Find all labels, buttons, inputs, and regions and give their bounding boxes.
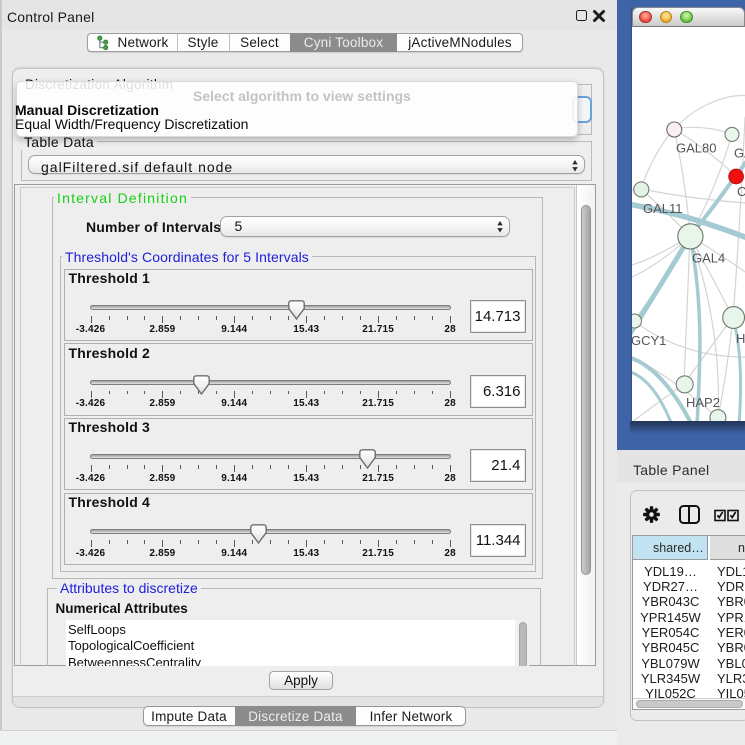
svg-text:GAL11: GAL11 [643,201,683,216]
svg-text:C: C [737,184,745,199]
svg-text:GAL7: GAL7 [734,146,745,161]
svg-text:GAL4: GAL4 [692,251,725,266]
svg-text:GAL80: GAL80 [676,140,716,155]
svg-text:HIS4: HIS4 [736,331,745,346]
svg-text:HAP2: HAP2 [686,395,720,410]
svg-text:GCY1: GCY1 [632,333,666,348]
